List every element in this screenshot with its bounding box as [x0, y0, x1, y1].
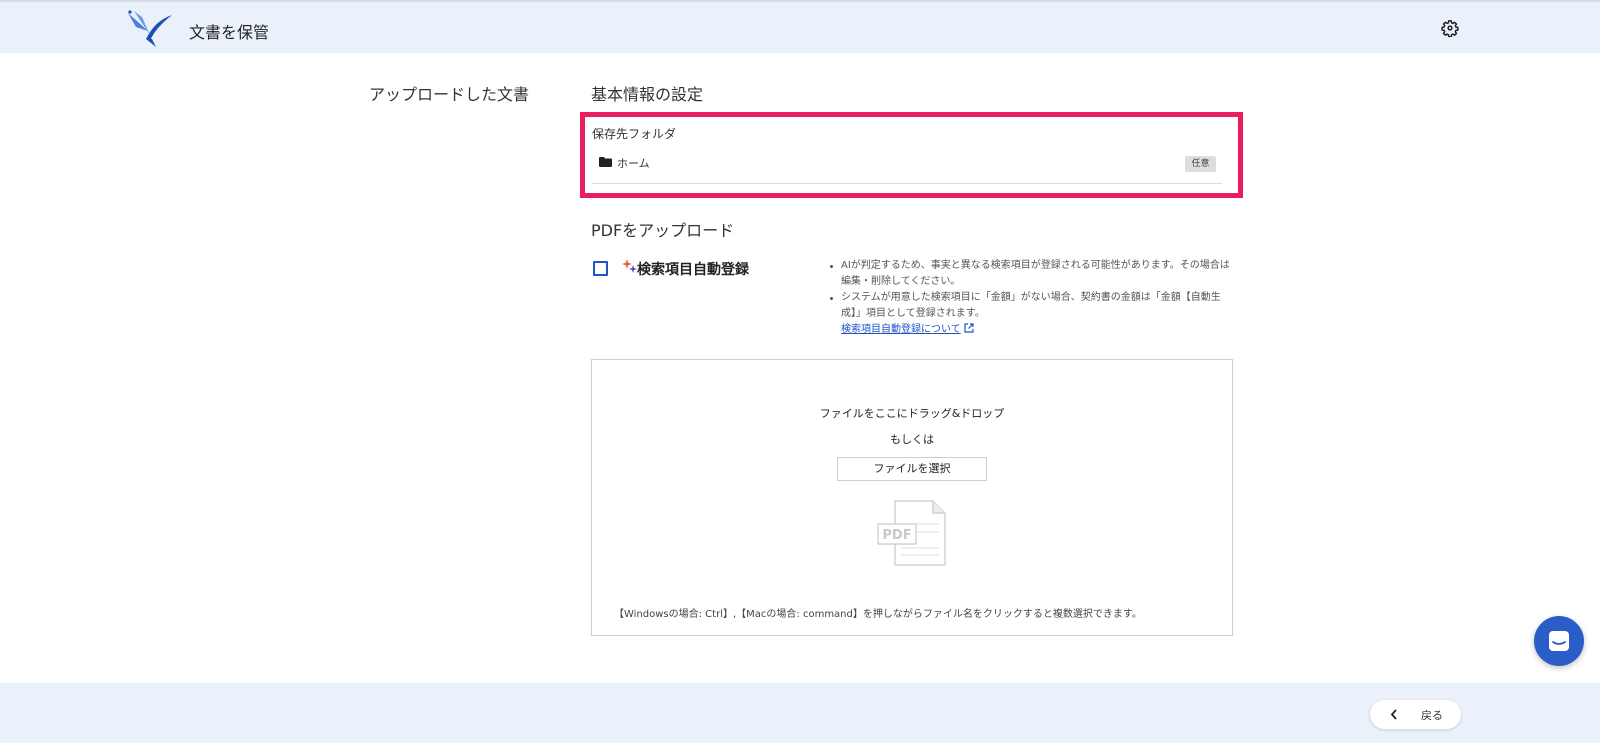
bird-logo-icon[interactable]: [126, 9, 174, 49]
destination-folder-field[interactable]: ホーム 任意: [592, 150, 1222, 184]
optional-badge: 任意: [1185, 156, 1216, 172]
page-footer: [0, 683, 1600, 743]
destination-folder-label: 保存先フォルダ: [592, 127, 677, 141]
app-header: 文書を保管: [0, 2, 1600, 53]
page-title: 文書を保管: [189, 23, 270, 42]
note-item: システムが用意した検索項目に「金額」がない場合、契約書の金額は「金額【自動生成】…: [826, 290, 1231, 322]
gear-icon[interactable]: [1441, 19, 1459, 37]
auto-register-label[interactable]: 検索項目自動登録: [637, 259, 749, 279]
uploaded-documents-heading: アップロードした文書: [369, 85, 530, 104]
multi-select-hint: 【Windowsの場合: Ctrl】,【Macの場合: command】を押しな…: [614, 609, 1142, 620]
dropzone-or-text: もしくは: [890, 433, 934, 446]
chat-icon: [1549, 631, 1569, 651]
auto-register-help-link-text: 検索項目自動登録について: [841, 324, 961, 335]
note-item: AIが判定するため、事実と異なる検索項目が登録される可能性があります。その場合は…: [826, 258, 1231, 290]
pdf-file-icon: PDF: [877, 500, 946, 566]
external-link-icon: [964, 323, 974, 333]
chevron-left-icon: [1390, 709, 1397, 720]
pdf-label: PDF: [882, 528, 911, 543]
dropzone-drag-text: ファイルをここにドラッグ&ドロップ: [819, 407, 1005, 420]
chat-button[interactable]: [1534, 616, 1584, 666]
upload-pdf-title: PDFをアップロード: [591, 221, 735, 240]
auto-register-checkbox[interactable]: [593, 261, 608, 276]
folder-icon: [599, 157, 612, 167]
back-button[interactable]: 戻る: [1370, 700, 1461, 729]
back-label: 戻る: [1421, 709, 1443, 722]
basic-info-title: 基本情報の設定: [591, 85, 704, 104]
sparkle-icon: [622, 259, 637, 273]
auto-register-notes: AIが判定するため、事実と異なる検索項目が登録される可能性があります。その場合は…: [826, 258, 1231, 338]
folder-name: ホーム: [617, 157, 650, 170]
select-file-button[interactable]: ファイルを選択: [837, 457, 987, 481]
auto-register-help-link[interactable]: 検索項目自動登録について: [841, 322, 974, 338]
file-dropzone[interactable]: ファイルをここにドラッグ&ドロップ もしくは ファイルを選択 PDF 【Wind…: [591, 359, 1233, 636]
